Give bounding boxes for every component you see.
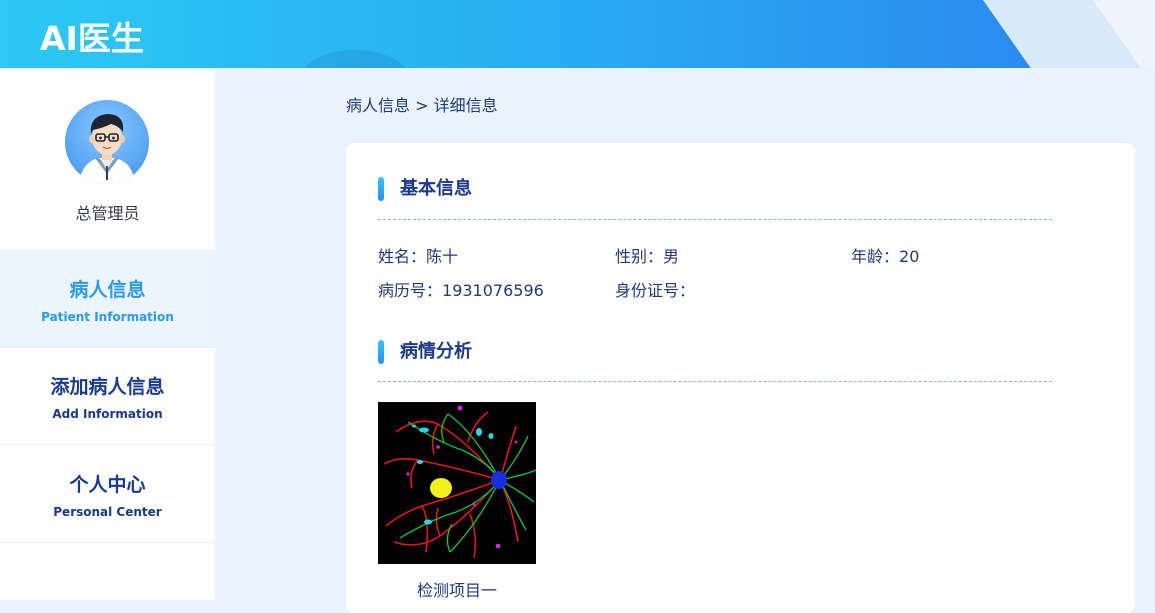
record-label: 病历号： [378, 281, 443, 300]
name-value: 陈十 [426, 247, 459, 266]
doctor-avatar-icon [79, 114, 135, 184]
sidebar-item-label: 病人信息 [69, 279, 146, 301]
avatar[interactable] [65, 100, 149, 184]
section-divider [378, 219, 1052, 220]
fundus-analysis-image[interactable] [378, 402, 537, 564]
patient-name: 姓名：陈十 [378, 243, 458, 267]
sidebar-item-label: 添加病人信息 [50, 376, 165, 398]
patient-record-number: 病历号：1931076596 [378, 277, 544, 301]
age-value: 20 [899, 247, 920, 266]
sidebar-item-patient-info[interactable]: 病人信息 Patient Information [0, 251, 215, 348]
detail-card: 基本信息 姓名：陈十 性别：男 年龄：20 病历号：1931076596 身份证… [346, 143, 1135, 613]
gender-value: 男 [663, 247, 680, 266]
gender-label: 性别： [615, 247, 664, 266]
analysis-item-caption: 检测项目一 [416, 581, 497, 600]
sidebar-item-add-info[interactable]: 添加病人信息 Add Information [0, 348, 215, 445]
name-label: 姓名： [378, 247, 427, 266]
sidebar-item-sublabel: Add Information [52, 407, 163, 421]
sidebar-item-sublabel: Personal Center [53, 505, 162, 519]
section-accent-bar [378, 340, 384, 364]
patient-id-number: 身份证号： [615, 277, 695, 301]
section-title-basic-info: 基本信息 [378, 176, 472, 202]
breadcrumb: 病人信息 > 详细信息 [346, 96, 498, 115]
id-label: 身份证号： [615, 281, 696, 300]
section-title-analysis: 病情分析 [378, 339, 472, 365]
sidebar: 总管理员 病人信息 Patient Information 添加病人信息 Add… [0, 68, 215, 600]
app-header: AI医生 [0, 0, 1155, 68]
section-title-text: 病情分析 [400, 341, 472, 362]
patient-age: 年龄：20 [851, 243, 919, 267]
section-divider [378, 381, 1052, 382]
section-accent-bar [378, 177, 384, 201]
section-title-text: 基本信息 [400, 178, 472, 199]
profile-name: 总管理员 [75, 204, 140, 223]
record-value: 1931076596 [442, 281, 544, 300]
patient-gender: 性别：男 [615, 243, 679, 267]
app-title: AI医生 [40, 19, 144, 58]
sidebar-item-label: 个人中心 [69, 474, 146, 496]
user-profile: 总管理员 [0, 68, 215, 251]
retina-segmentation-image [378, 402, 537, 564]
age-label: 年龄： [851, 247, 900, 266]
sidebar-item-sublabel: Patient Information [41, 310, 174, 324]
sidebar-item-personal-center[interactable]: 个人中心 Personal Center [0, 446, 215, 543]
header-decoration [300, 50, 410, 68]
